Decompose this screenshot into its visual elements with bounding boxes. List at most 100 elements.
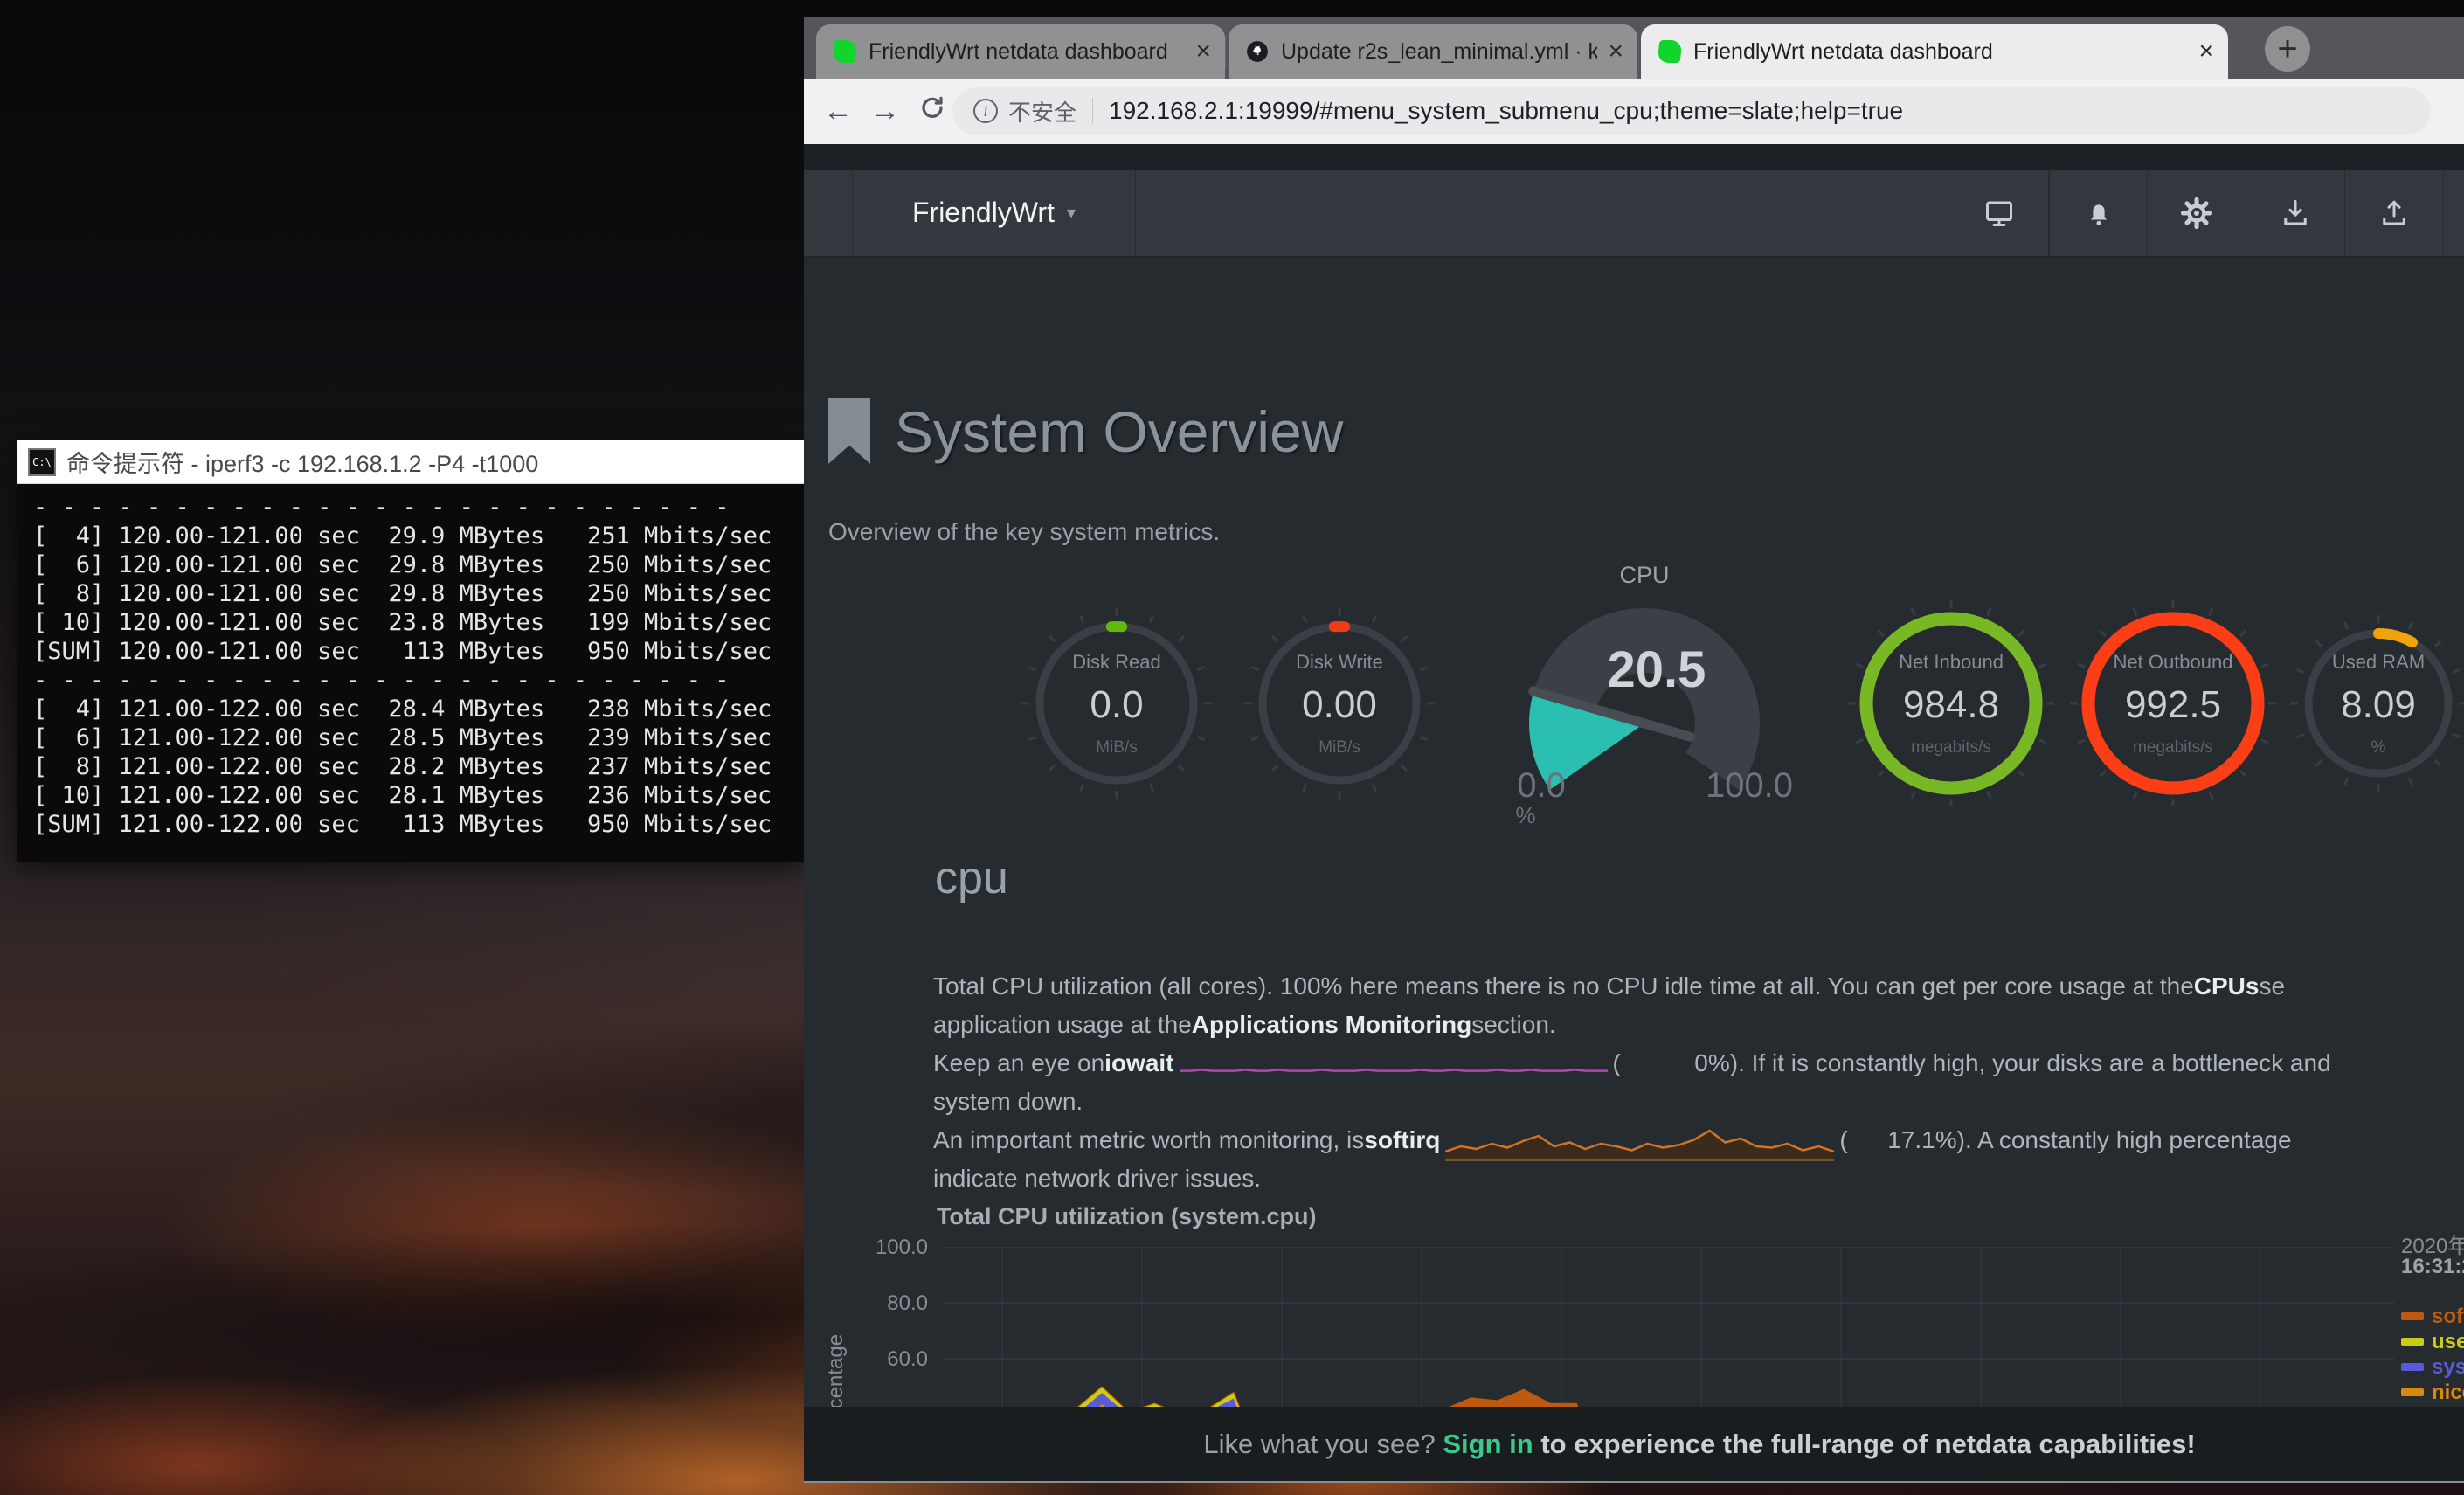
tab-title: Update r2s_lean_minimal.yml · k xyxy=(1281,39,1597,65)
tab-separator xyxy=(1225,35,1226,68)
legend-item-user[interactable]: user xyxy=(2401,1329,2464,1354)
highlight-term: CPUs xyxy=(2194,972,2260,1000)
terminal-titlebar[interactable]: C:\ 命令提示符 - iperf3 -c 192.168.1.2 -P4 -t… xyxy=(17,440,804,484)
browser-tab-2[interactable]: Update r2s_lean_minimal.yml · k × xyxy=(1229,24,1637,79)
github-icon xyxy=(1246,40,1269,63)
net-outbound-gauge[interactable]: Net Outbound 992.5 megabits/s xyxy=(2068,599,2278,808)
signin-link[interactable]: Sign in xyxy=(1443,1429,1533,1459)
page-title: System Overview xyxy=(895,403,1343,460)
omnibox-divider xyxy=(1092,98,1093,124)
tab-title: FriendlyWrt netdata dashboard xyxy=(1693,39,2188,65)
desktop: C:\ 命令提示符 - iperf3 -c 192.168.1.2 -P4 -t… xyxy=(0,0,2464,1495)
text-segment: An important metric worth monitoring, is xyxy=(933,1126,1364,1154)
terminal-line: [ 4] 120.00-121.00 sec 29.9 MBytes 251 M… xyxy=(33,522,788,550)
svg-text:Disk Write: Disk Write xyxy=(1296,651,1383,673)
text-segment: Total CPU utilization (all cores). 100% … xyxy=(933,972,2194,1000)
cpu-section-title: cpu xyxy=(935,852,1008,904)
svg-text:megabits/s: megabits/s xyxy=(1911,738,1991,757)
legend-label: softirq xyxy=(2432,1305,2464,1329)
bell-button[interactable] xyxy=(2049,170,2148,256)
new-tab-button[interactable]: + xyxy=(2265,26,2310,72)
address-bar[interactable]: i 不安全 192.168.2.1:19999/#menu_system_sub… xyxy=(952,87,2431,135)
description-line: application usage at the Applications Mo… xyxy=(933,1006,2331,1044)
text-segment: se xyxy=(2259,972,2285,1000)
back-button[interactable]: ← xyxy=(818,92,858,132)
tab-strip: + FriendlyWrt netdata dashboard×Update r… xyxy=(804,17,2464,79)
forward-icon: → xyxy=(870,94,900,128)
info-icon[interactable]: i xyxy=(973,99,998,123)
iowait-sparkline xyxy=(1180,1051,1608,1076)
netdata-navbar: FriendlyWrt ▾ xyxy=(804,170,2464,258)
terminal-line: [SUM] 121.00-122.00 sec 113 MBytes 950 M… xyxy=(33,810,788,839)
legend-item-nice[interactable]: nice xyxy=(2401,1380,2464,1405)
export-icon xyxy=(2378,197,2410,229)
reload-button[interactable] xyxy=(912,92,952,132)
host-name: FriendlyWrt xyxy=(912,197,1055,229)
terminal-line: [SUM] 120.00-121.00 sec 113 MBytes 950 M… xyxy=(33,637,788,666)
legend-swatch xyxy=(2401,1363,2424,1371)
svg-text:992.5: 992.5 xyxy=(2125,683,2221,726)
description-line: An important metric worth monitoring, is… xyxy=(933,1121,2331,1159)
text-segment: ( xyxy=(1613,1049,1621,1077)
export-button[interactable] xyxy=(2345,170,2444,256)
cpu-description: Total CPU utilization (all cores). 100% … xyxy=(933,967,2331,1198)
legend-label: system xyxy=(2432,1355,2464,1380)
terminal-line: [ 10] 121.00-122.00 sec 28.1 MBytes 236 … xyxy=(33,781,788,810)
text-segment: ( xyxy=(1839,1126,1847,1154)
legend-item-softirq[interactable]: softirq xyxy=(2401,1304,2464,1329)
metric-value: 0 xyxy=(1621,1049,1708,1077)
bell-icon xyxy=(2083,197,2114,229)
legend-swatch xyxy=(2401,1388,2424,1396)
chevron-down-icon: ▾ xyxy=(1067,202,1076,224)
description-line: Keep an eye on iowait (0%). If it is con… xyxy=(933,1044,2331,1083)
browser-tab-3[interactable]: FriendlyWrt netdata dashboard × xyxy=(1641,24,2228,79)
close-icon[interactable]: × xyxy=(1195,38,1211,65)
browser-tab-1[interactable]: FriendlyWrt netdata dashboard × xyxy=(816,24,1225,79)
description-line: Total CPU utilization (all cores). 100% … xyxy=(933,967,2331,1006)
legend-swatch xyxy=(2401,1338,2424,1346)
monitor-icon xyxy=(1983,197,2015,229)
svg-text:0.0: 0.0 xyxy=(1517,766,1566,805)
used-ram-gauge[interactable]: Used RAM8.09% xyxy=(2274,599,2464,808)
svg-text:MiB/s: MiB/s xyxy=(1096,738,1138,757)
net-inbound-gauge[interactable]: Net Inbound984.8megabits/s xyxy=(1846,599,2056,808)
cpu-gauge-title: CPU xyxy=(1496,562,1793,589)
highlight-term: iowait xyxy=(1104,1049,1173,1077)
import-button[interactable] xyxy=(2246,170,2345,256)
reload-icon xyxy=(919,94,945,128)
tab-title: FriendlyWrt netdata dashboard xyxy=(869,39,1185,65)
netdata-icon xyxy=(1658,40,1683,63)
svg-text:Net Outbound: Net Outbound xyxy=(2114,651,2233,673)
y-axis-tick: 80.0 xyxy=(841,1291,928,1316)
svg-text:100.0: 100.0 xyxy=(1706,766,1793,805)
svg-text:MiB/s: MiB/s xyxy=(1319,738,1360,757)
y-axis-tick: 100.0 xyxy=(841,1235,928,1260)
terminal-line: - - - - - - - - - - - - - - - - - - - - … xyxy=(33,666,788,695)
gear-button[interactable] xyxy=(2148,170,2246,256)
forward-button[interactable]: → xyxy=(865,92,905,132)
terminal-line: [ 10] 120.00-121.00 sec 23.8 MBytes 199 … xyxy=(33,608,788,637)
legend-label: nice xyxy=(2432,1381,2464,1405)
bookmark-icon xyxy=(828,398,870,464)
close-icon[interactable]: × xyxy=(1608,38,1623,65)
text-segment: %). If it is constantly high, your disks… xyxy=(1708,1049,2331,1077)
text-segment: section. xyxy=(1471,1011,1556,1039)
disk-write-gauge[interactable]: Disk Write0.00MiB/s xyxy=(1235,599,1444,808)
highlight-term: Applications Monitoring xyxy=(1192,1011,1471,1039)
url-text[interactable]: 192.168.2.1:19999/#menu_system_submenu_c… xyxy=(1109,97,1903,125)
page-subtitle: Overview of the key system metrics. xyxy=(828,518,1220,546)
netdata-page: FriendlyWrt ▾ System Overview Overview o… xyxy=(804,144,2464,1481)
close-icon[interactable]: × xyxy=(2198,38,2214,65)
terminal-line: [ 8] 120.00-121.00 sec 29.8 MBytes 250 M… xyxy=(33,579,788,608)
monitor-button[interactable] xyxy=(1950,170,2049,256)
svg-text:megabits/s: megabits/s xyxy=(2133,738,2213,757)
cpu-gauge[interactable]: CPU 20.50.0100.0% xyxy=(1496,562,1793,833)
host-dropdown[interactable]: FriendlyWrt ▾ xyxy=(852,170,1136,256)
legend-item-system[interactable]: system xyxy=(2401,1354,2464,1380)
signin-pre: Like what you see? xyxy=(1203,1429,1435,1459)
disk-read-gauge[interactable]: Disk Read0.0MiB/s xyxy=(1012,599,1222,808)
svg-text:Disk Read: Disk Read xyxy=(1072,651,1160,673)
section-header: System Overview xyxy=(828,398,1343,464)
browser-toolbar: ← → i 不安全 192.168.2.1:19999/#menu_system… xyxy=(804,79,2464,144)
back-icon: ← xyxy=(823,94,853,128)
